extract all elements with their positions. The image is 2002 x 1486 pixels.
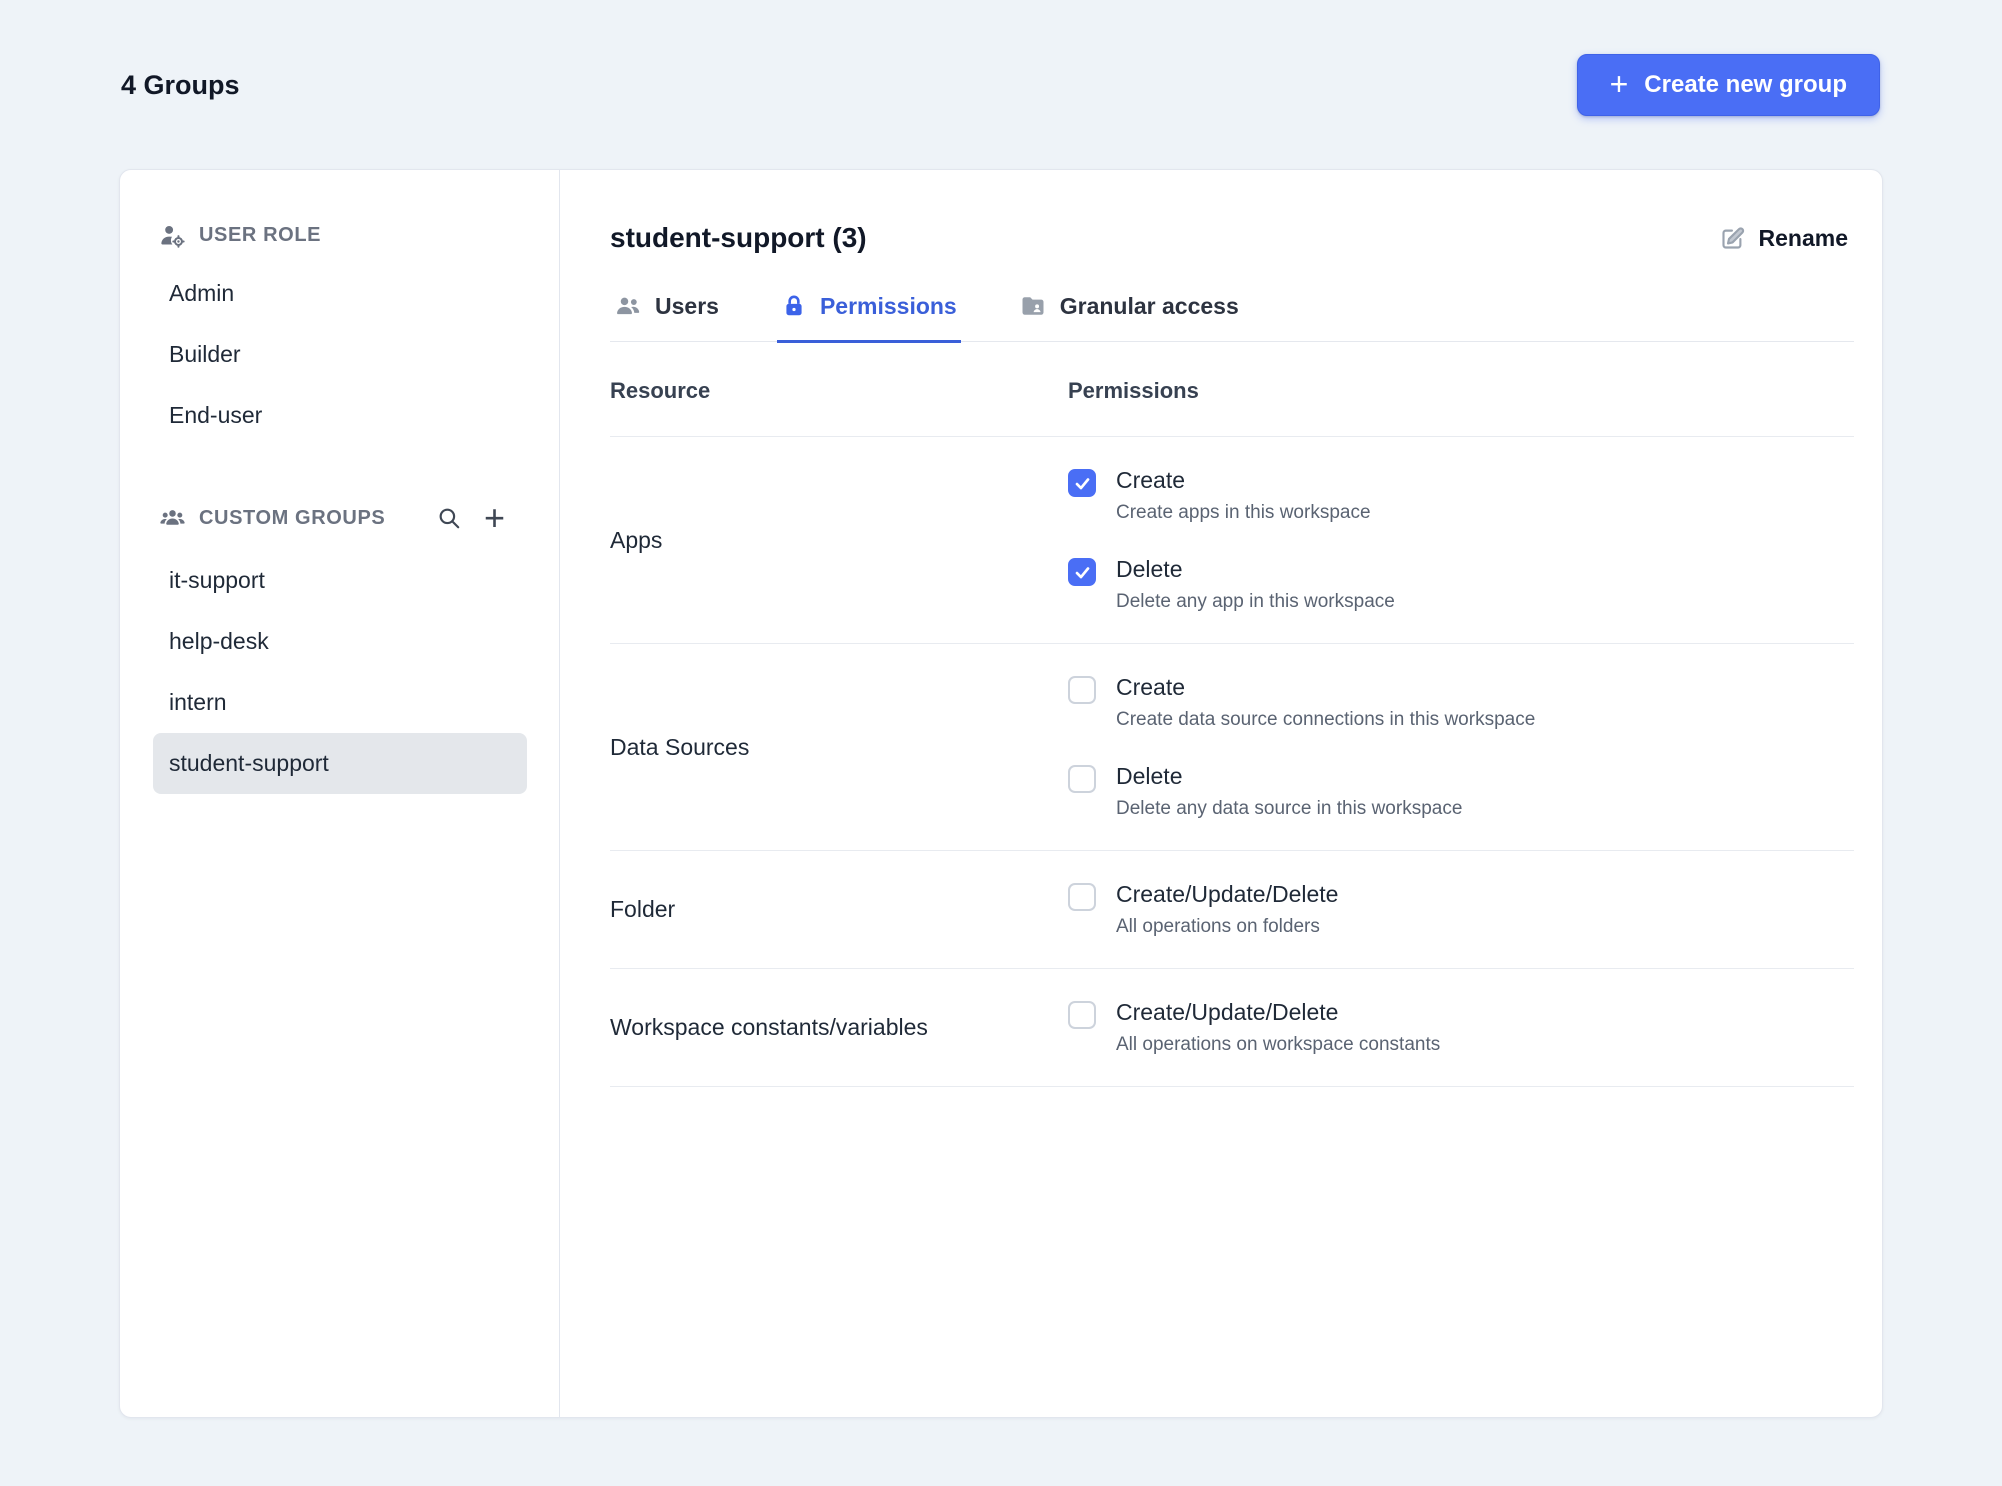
tab-users-label: Users (655, 292, 719, 319)
group-detail-header: student-support (3) Rename (610, 170, 1854, 254)
sidebar-item-student-support[interactable]: student-support (153, 733, 527, 794)
permission-description: Delete any data source in this workspace (1116, 798, 1463, 819)
data-sources-delete-checkbox[interactable] (1068, 765, 1096, 793)
permission-description: All operations on folders (1116, 916, 1320, 937)
permission-description: Delete any app in this workspace (1116, 591, 1395, 612)
table-row-folder: Folder Create/Update/Delete All operatio… (610, 851, 1854, 969)
group-title: student-support (3) (610, 222, 867, 253)
permission-item: Delete Delete any data source in this wo… (1068, 763, 1854, 820)
rename-pencil-icon (1719, 225, 1746, 252)
custom-groups-section-title: CUSTOM GROUPS (199, 506, 386, 529)
page-title: 4 Groups (121, 69, 240, 100)
tab-users[interactable]: Users (610, 290, 723, 343)
add-group-icon[interactable]: + (484, 500, 505, 536)
folder-user-icon (1019, 292, 1047, 320)
plus-icon: + (1609, 65, 1629, 102)
groups-sidebar: USER ROLE Admin Builder End-user CUSTOM … (120, 170, 560, 1417)
resource-column-header: Resource (610, 378, 711, 403)
apps-delete-checkbox[interactable] (1068, 558, 1096, 586)
user-role-icon (159, 222, 186, 249)
permissions-table-header: Resource Permissions (610, 342, 1854, 437)
custom-groups-section-header: CUSTOM GROUPS + (153, 492, 527, 546)
permission-description: Create apps in this workspace (1116, 502, 1371, 523)
tab-permissions-label: Permissions (819, 292, 957, 319)
user-role-section-header: USER ROLE (153, 214, 527, 259)
permission-item: Delete Delete any app in this workspace (1068, 556, 1854, 613)
user-role-list: Admin Builder End-user (153, 263, 527, 446)
table-row-apps: Apps Create Create apps in this workspac… (610, 437, 1854, 644)
groups-card: USER ROLE Admin Builder End-user CUSTOM … (119, 169, 1883, 1418)
permission-label: Delete (1116, 556, 1183, 582)
custom-groups-list: it-support help-desk intern student-supp… (153, 550, 527, 794)
group-tabs: Users Permissions Granular access (610, 290, 1854, 343)
create-new-group-button[interactable]: + Create new group (1576, 54, 1880, 116)
sidebar-item-it-support[interactable]: it-support (153, 550, 527, 611)
plus-glyph: + (483, 497, 505, 538)
rename-label: Rename (1758, 224, 1848, 251)
permission-description: Create data source connections in this w… (1116, 709, 1536, 730)
sidebar-item-builder[interactable]: Builder (153, 324, 527, 385)
permission-item: Create Create data source connections in… (1068, 674, 1854, 731)
search-groups-icon[interactable] (436, 505, 462, 531)
permission-label: Delete (1116, 763, 1183, 789)
sidebar-section-gap (153, 446, 527, 492)
table-row-workspace-constants: Workspace constants/variables Create/Upd… (610, 969, 1854, 1087)
user-role-section-title: USER ROLE (199, 224, 322, 246)
data-sources-create-checkbox[interactable] (1068, 676, 1096, 704)
tab-granular-access[interactable]: Granular access (1015, 290, 1243, 343)
custom-groups-icon (159, 505, 186, 532)
permission-label: Create (1116, 467, 1186, 493)
sidebar-item-end-user[interactable]: End-user (153, 385, 527, 446)
permission-list: Create Create apps in this workspace Del… (1044, 467, 1854, 613)
lock-icon (781, 293, 807, 319)
workspace-constants-cud-checkbox[interactable] (1068, 1001, 1096, 1029)
sidebar-item-intern[interactable]: intern (153, 672, 527, 733)
sidebar-item-help-desk[interactable]: help-desk (153, 611, 527, 672)
permissions-column-header: Permissions (1068, 378, 1199, 403)
group-detail-panel: student-support (3) Rename Users Permiss… (560, 170, 1882, 1417)
resource-label: Folder (610, 896, 676, 922)
permission-list: Create/Update/Delete All operations on w… (1044, 999, 1854, 1056)
create-new-group-label: Create new group (1644, 71, 1847, 98)
permission-list: Create Create data source connections in… (1044, 674, 1854, 820)
resource-label: Workspace constants/variables (610, 1014, 928, 1040)
rename-button[interactable]: Rename (1713, 224, 1854, 253)
custom-groups-tools: + (436, 500, 521, 536)
permission-label: Create (1116, 674, 1186, 700)
top-bar: 4 Groups + Create new group (0, 0, 2002, 116)
permission-description: All operations on workspace constants (1116, 1034, 1441, 1055)
permission-list: Create/Update/Delete All operations on f… (1044, 881, 1854, 938)
permission-label: Create/Update/Delete (1116, 999, 1339, 1025)
tab-permissions[interactable]: Permissions (776, 290, 961, 343)
users-icon (614, 292, 642, 320)
tab-granular-access-label: Granular access (1059, 292, 1239, 319)
permission-label: Create/Update/Delete (1116, 881, 1339, 907)
permission-item: Create/Update/Delete All operations on w… (1068, 999, 1854, 1056)
apps-create-checkbox[interactable] (1068, 469, 1096, 497)
sidebar-item-admin[interactable]: Admin (153, 263, 527, 324)
permission-item: Create Create apps in this workspace (1068, 467, 1854, 524)
permission-item: Create/Update/Delete All operations on f… (1068, 881, 1854, 938)
resource-label: Apps (610, 526, 663, 553)
folder-cud-checkbox[interactable] (1068, 883, 1096, 911)
resource-label: Data Sources (610, 733, 750, 760)
table-row-data-sources: Data Sources Create Create data source c… (610, 644, 1854, 851)
